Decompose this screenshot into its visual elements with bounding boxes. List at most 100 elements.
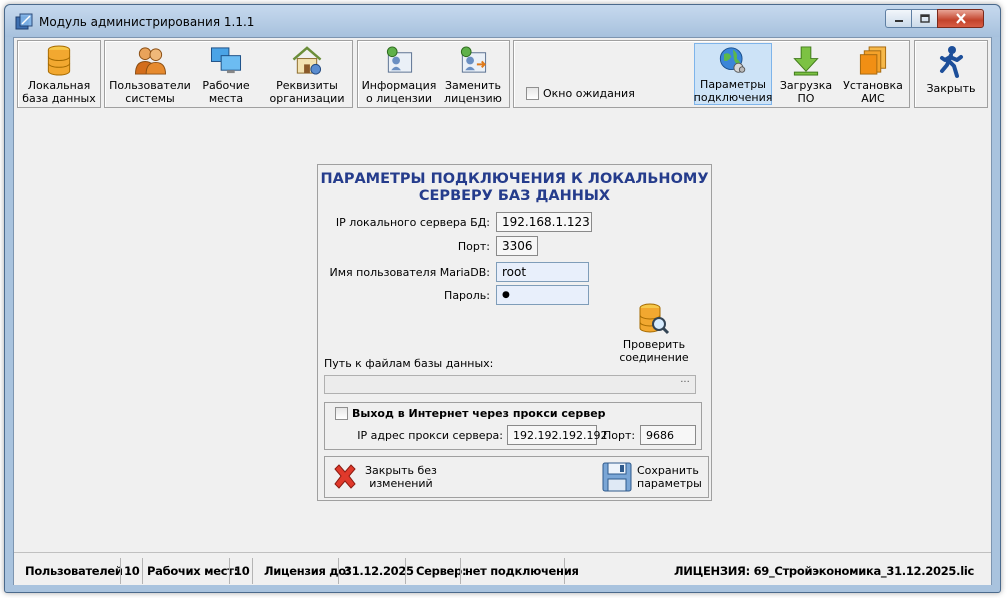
close-without-changes-label: Закрыть без изменений bbox=[365, 464, 437, 490]
download-button[interactable]: Загрузка ПО bbox=[776, 43, 836, 105]
license-info-icon bbox=[386, 46, 413, 73]
panel-actions: Закрыть без изменений Сохранить параметр… bbox=[324, 456, 709, 498]
port-input[interactable]: 3306 bbox=[496, 236, 538, 256]
panel-title-line1: ПАРАМЕТРЫ ПОДКЛЮЧЕНИЯ К ЛОКАЛЬНОМУ bbox=[320, 171, 709, 187]
users-label: Пользователи системы bbox=[109, 79, 191, 105]
wait-window-checkbox[interactable] bbox=[526, 87, 539, 100]
close-without-changes-button[interactable]: Закрыть без изменений bbox=[331, 459, 437, 495]
maximize-icon bbox=[919, 14, 930, 23]
db-path-label: Путь к файлам базы данных: bbox=[324, 357, 494, 370]
status-separator bbox=[120, 558, 121, 584]
org-details-label: Реквизиты организации bbox=[269, 79, 345, 105]
proxy-port-input[interactable]: 9686 bbox=[640, 425, 696, 445]
proxy-ip-label: IP адрес прокси сервера: bbox=[357, 429, 503, 442]
wait-window-option[interactable]: Окно ожидания bbox=[526, 87, 635, 100]
local-db-button[interactable]: Локальная база данных bbox=[20, 43, 98, 105]
proxy-checkbox[interactable] bbox=[335, 407, 348, 420]
license-info-label: Информация о лицензии bbox=[361, 79, 437, 105]
connection-params-button[interactable]: Параметры подключения bbox=[694, 43, 772, 105]
workplaces-label: Рабочие места bbox=[202, 79, 250, 105]
toolbar-group-db: Локальная база данных bbox=[17, 40, 101, 108]
connection-params-label: Параметры подключения bbox=[693, 78, 773, 104]
users-button[interactable]: Пользователи системы bbox=[109, 43, 191, 105]
users-count-label: Пользователей : bbox=[25, 564, 131, 578]
exit-label: Закрыть bbox=[926, 82, 976, 95]
status-separator bbox=[564, 558, 565, 584]
username-input[interactable]: root bbox=[496, 262, 589, 282]
server-status-value: нет подключения bbox=[465, 564, 579, 578]
db-path-input[interactable] bbox=[324, 375, 696, 394]
toolbar: Локальная база данных Пользователи систе… bbox=[14, 38, 991, 111]
org-details-button[interactable]: Реквизиты организации bbox=[265, 43, 349, 105]
users-count-value: 10 bbox=[124, 564, 140, 578]
check-connection-label: Проверить соединение bbox=[619, 338, 689, 364]
port-label: Порт: bbox=[457, 240, 490, 253]
computers-icon bbox=[210, 47, 242, 74]
download-arrow-icon bbox=[793, 46, 819, 76]
minimize-button[interactable] bbox=[885, 9, 912, 28]
connection-settings-panel: ПАРАМЕТРЫ ПОДКЛЮЧЕНИЯ К ЛОКАЛЬНОМУ СЕРВЕ… bbox=[317, 164, 712, 501]
database-icon bbox=[47, 45, 71, 76]
proxy-groupbox: Выход в Интернет через прокси сервер IP … bbox=[324, 402, 702, 450]
license-file-text: ЛИЦЕНЗИЯ: 69_Стройэкономика_31.12.2025.l… bbox=[674, 564, 974, 578]
replace-license-icon bbox=[460, 46, 487, 73]
maximize-button[interactable] bbox=[911, 9, 938, 28]
walking-man-icon bbox=[940, 46, 963, 78]
exit-button[interactable]: Закрыть bbox=[919, 43, 983, 105]
users-icon bbox=[134, 47, 166, 75]
database-search-icon bbox=[639, 303, 670, 335]
window-title: Модуль администрирования 1.1.1 bbox=[39, 15, 255, 29]
proxy-ip-input[interactable]: 192.192.192.192 bbox=[507, 425, 607, 445]
replace-license-button[interactable]: Заменить лицензию bbox=[440, 43, 506, 105]
workplaces-button[interactable]: Рабочие места bbox=[193, 43, 259, 105]
install-boxes-icon bbox=[859, 46, 887, 75]
close-icon bbox=[955, 13, 966, 24]
username-label: Имя пользователя MariaDB: bbox=[329, 266, 490, 279]
browse-button[interactable]: ··· bbox=[676, 377, 694, 392]
workplaces-count-value: 10 bbox=[234, 564, 250, 578]
status-separator bbox=[405, 558, 406, 584]
password-input[interactable]: ● bbox=[496, 285, 589, 305]
proxy-port-label: Порт: bbox=[603, 429, 636, 442]
install-label: Установка АИС bbox=[843, 79, 903, 105]
app-icon bbox=[15, 13, 33, 30]
save-settings-button[interactable]: Сохранить параметры bbox=[601, 459, 702, 495]
house-icon bbox=[292, 46, 322, 75]
globe-connection-icon bbox=[719, 47, 746, 73]
client-area: Локальная база данных Пользователи систе… bbox=[13, 37, 992, 585]
status-separator bbox=[460, 558, 461, 584]
save-settings-label: Сохранить параметры bbox=[637, 464, 702, 490]
download-label: Загрузка ПО bbox=[779, 79, 833, 105]
server-label: Сервер: bbox=[416, 564, 467, 578]
toolbar-group-system: Окно ожидания Параметры подключения Загр… bbox=[513, 40, 910, 108]
local-db-label: Локальная база данных bbox=[22, 79, 96, 105]
workplaces-count-label: Рабочих мест: bbox=[147, 564, 238, 578]
status-bar: Пользователей : 10 Рабочих мест: 10 Лице… bbox=[14, 552, 991, 585]
panel-title-line2: СЕРВЕРУ БАЗ ДАННЫХ bbox=[418, 188, 611, 204]
status-separator bbox=[142, 558, 143, 584]
wait-window-label: Окно ожидания bbox=[543, 87, 635, 100]
toolbar-group-license: Информация о лицензии Заменить лицензию bbox=[357, 40, 510, 108]
replace-license-label: Заменить лицензию bbox=[444, 79, 502, 105]
title-bar[interactable]: Модуль администрирования 1.1.1 bbox=[5, 5, 1000, 37]
app-window: Модуль администрирования 1.1.1 Локальная… bbox=[4, 4, 1001, 593]
license-info-button[interactable]: Информация о лицензии bbox=[362, 43, 436, 105]
toolbar-group-exit: Закрыть bbox=[914, 40, 988, 108]
panel-title: ПАРАМЕТРЫ ПОДКЛЮЧЕНИЯ К ЛОКАЛЬНОМУ СЕРВЕ… bbox=[318, 171, 711, 205]
proxy-enabled-label: Выход в Интернет через прокси сервер bbox=[352, 407, 606, 420]
install-button[interactable]: Установка АИС bbox=[840, 43, 906, 105]
check-connection-button[interactable]: Проверить соединение bbox=[614, 303, 694, 364]
ip-input[interactable]: 192.168.1.123 bbox=[496, 212, 592, 232]
proxy-option[interactable]: Выход в Интернет через прокси сервер bbox=[335, 407, 606, 420]
status-separator bbox=[338, 558, 339, 584]
ip-label: IP локального сервера БД: bbox=[335, 216, 490, 229]
red-x-icon bbox=[334, 464, 356, 489]
close-window-button[interactable] bbox=[937, 9, 984, 28]
minimize-icon bbox=[894, 19, 903, 22]
status-separator bbox=[229, 558, 230, 584]
license-until-value: 31.12.2025 bbox=[344, 564, 414, 578]
floppy-disk-icon bbox=[602, 462, 632, 492]
password-label: Пароль: bbox=[444, 289, 490, 302]
toolbar-group-admin: Пользователи системы Рабочие места Рекви… bbox=[104, 40, 353, 108]
status-separator bbox=[252, 558, 253, 584]
